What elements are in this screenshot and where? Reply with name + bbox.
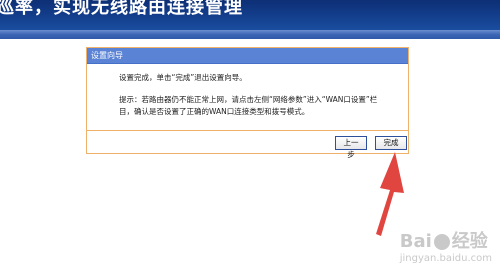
banner-stripe: [0, 30, 500, 39]
wizard-title: 设置向导: [87, 48, 408, 64]
setup-wizard-panel: 设置向导 设置完成，单击“完成”退出设置向导。 提示：若路由器仍不能正常上网，请…: [86, 47, 409, 159]
watermark-logo-text2: 经验: [451, 231, 488, 252]
watermark-url: jingyan.baidu.com: [399, 253, 492, 264]
red-arrow-shape: [376, 152, 404, 236]
banner-title: 巡率，实现无线路由连接管理: [0, 0, 243, 18]
prev-step-button[interactable]: 上一步: [335, 136, 367, 159]
watermark-logo-text: Bai: [399, 231, 432, 252]
wizard-footer: 上一步 完成: [87, 131, 408, 159]
hint-message: 提示：若路由器仍不能正常上网，请点击左侧“网络参数”进入“WAN口设置”栏目，确…: [119, 95, 378, 116]
baidu-watermark: Bai 经验 jingyan.baidu.com: [400, 227, 492, 264]
finish-button[interactable]: 完成: [375, 136, 407, 150]
completion-message: 设置完成，单击“完成”退出设置向导。: [119, 73, 247, 82]
wizard-body: 设置完成，单击“完成”退出设置向导。 提示：若路由器仍不能正常上网，请点击左侧“…: [87, 64, 408, 131]
paw-icon: [433, 234, 450, 250]
top-banner: 巡率，实现无线路由连接管理: [0, 0, 500, 30]
